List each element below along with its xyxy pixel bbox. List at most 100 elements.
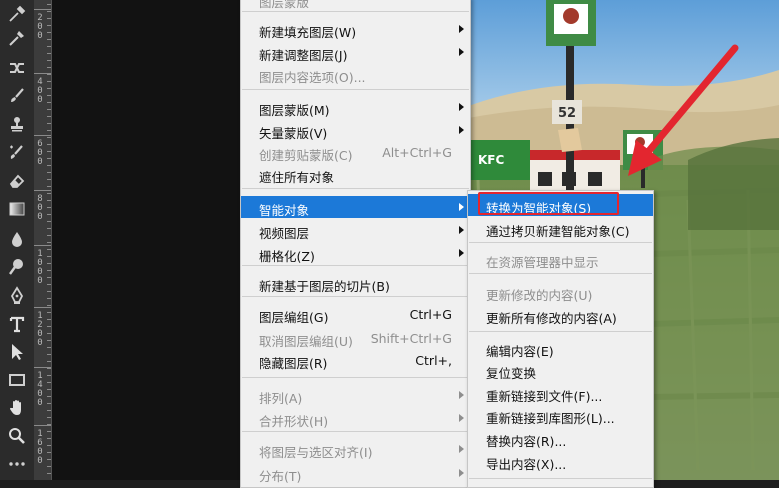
menu-item-shortcut: Ctrl+, xyxy=(415,353,452,368)
ruler-tick xyxy=(47,452,51,453)
menu-item-new-adjustment-layer[interactable]: 新建调整图层(J) xyxy=(241,41,470,63)
menu-item-replace-contents[interactable]: 替换内容(R)... xyxy=(468,427,653,449)
gradient-tool-icon[interactable] xyxy=(5,197,29,221)
ruler-tick xyxy=(47,473,51,474)
ruler-tick xyxy=(47,270,51,271)
menu-item-ungroup-layers: 取消图层编组(U) Shift+Ctrl+G xyxy=(241,327,470,349)
menu-item-relink-to-library-graphic[interactable]: 重新链接到库图形(L)... xyxy=(468,404,653,426)
eyedropper-tool-icon[interactable] xyxy=(5,26,29,50)
menu-item-smart-objects[interactable]: 智能对象 xyxy=(241,196,470,218)
ruler-tick xyxy=(47,333,51,334)
dodge-tool-icon[interactable] xyxy=(5,255,29,279)
submenu-arrow-icon xyxy=(459,391,464,399)
ruler-tick xyxy=(47,123,51,124)
ruler-major-tick xyxy=(34,367,51,368)
menu-item-label: 合并形状(H) xyxy=(259,414,329,429)
menu-item-vector-mask[interactable]: 矢量蒙版(V) xyxy=(241,119,470,141)
submenu-arrow-icon xyxy=(459,103,464,111)
eraser-tool-icon[interactable] xyxy=(5,169,29,193)
menu-item-relink-to-file[interactable]: 重新链接到文件(F)... xyxy=(468,382,653,404)
menu-item-shortcut: Shift+Ctrl+G xyxy=(370,331,452,346)
patch-tool-icon[interactable] xyxy=(5,56,29,80)
menu-item-label: 图层蒙版(M) xyxy=(259,103,330,118)
blur-tool-icon[interactable] xyxy=(5,227,29,251)
submenu-arrow-icon xyxy=(459,203,464,211)
vertical-ruler: 200 400 600 800 1000 1200 1400 1600 xyxy=(34,0,52,480)
menu-item-label: 复位变换 xyxy=(486,366,537,381)
menu-separator xyxy=(469,242,652,243)
menu-item-combine-shapes: 合并形状(H) xyxy=(241,407,470,429)
hand-tool-icon[interactable] xyxy=(5,396,29,420)
ruler-tick xyxy=(47,144,51,145)
submenu-arrow-icon xyxy=(459,25,464,33)
menu-item-label: 新建调整图层(J) xyxy=(259,48,348,63)
menu-item-label: 排列(A) xyxy=(259,391,303,406)
menu-item-new-fill-layer[interactable]: 新建填充图层(W) xyxy=(241,18,470,40)
ruler-label: 400 xyxy=(37,77,43,105)
ruler-tick xyxy=(47,305,51,306)
ruler-tick xyxy=(47,284,51,285)
path-selection-tool-icon[interactable] xyxy=(5,340,29,364)
more-tools-icon[interactable] xyxy=(5,452,29,476)
menu-item-mask-all-objects[interactable]: 遮住所有对象 xyxy=(241,163,470,185)
ruler-label: 1400 xyxy=(37,371,43,408)
brush-tool-icon[interactable] xyxy=(5,84,29,108)
menu-item-label: 替换内容(R)... xyxy=(486,434,567,449)
menu-item-rasterize[interactable]: 栅格化(Z) xyxy=(241,242,470,264)
menu-item-update-all-modified-content[interactable]: 更新所有修改的内容(A) xyxy=(468,304,653,326)
ruler-tick xyxy=(47,368,51,369)
menu-item-label: 矢量蒙版(V) xyxy=(259,126,328,141)
menu-separator xyxy=(242,265,469,266)
menu-item-group-layers[interactable]: 图层编组(G) Ctrl+G xyxy=(241,303,470,325)
ruler-tick xyxy=(47,249,51,250)
menu-item-export-contents[interactable]: 导出内容(X)... xyxy=(468,450,653,472)
menu-item-layer-mask[interactable]: 图层蒙版(M) xyxy=(241,96,470,118)
ruler-tick xyxy=(47,158,51,159)
ruler-tick xyxy=(47,263,51,264)
ruler-tick xyxy=(47,326,51,327)
ruler-label: 1600 xyxy=(37,429,43,466)
menu-item-layer-content-options: 图层内容选项(O)... xyxy=(241,63,470,85)
menu-item-new-smart-object-via-copy[interactable]: 通过拷贝新建智能对象(C) xyxy=(468,217,653,239)
layer-menu: 图层蒙版 新建填充图层(W) 新建调整图层(J) 图层内容选项(O)... 图层蒙版(M… xyxy=(240,0,471,488)
menu-item-edit-contents[interactable]: 编辑内容(E) xyxy=(468,337,653,359)
ruler-tick xyxy=(47,256,51,257)
ruler-tick xyxy=(47,242,51,243)
ruler-tick xyxy=(47,396,51,397)
menu-item-video-layers[interactable]: 视频图层 xyxy=(241,219,470,241)
ruler-tick xyxy=(47,207,51,208)
menu-item-label: 图层内容选项(O)... xyxy=(259,70,366,85)
menu-item-hide-layers[interactable]: 隐藏图层(R) Ctrl+, xyxy=(241,349,470,371)
history-brush-tool-icon[interactable] xyxy=(5,141,29,165)
sign-number-text: 52 xyxy=(558,106,576,121)
menu-item-align-layers-to-selection: 将图层与选区对齐(I) xyxy=(241,438,470,460)
menu-item-label: 视频图层 xyxy=(259,226,310,241)
menu-item-update-modified-content: 更新修改的内容(U) xyxy=(468,281,653,303)
menu-item-reset-transform[interactable]: 复位变换 xyxy=(468,359,653,381)
ruler-tick xyxy=(47,221,51,222)
stamp-tool-icon[interactable] xyxy=(5,112,29,136)
canvas-pasteboard xyxy=(52,0,240,480)
pen-tool-icon[interactable] xyxy=(5,284,29,308)
ruler-tick xyxy=(47,410,51,411)
type-tool-icon[interactable] xyxy=(5,312,29,336)
zoom-tool-icon[interactable] xyxy=(5,424,29,448)
submenu-arrow-icon xyxy=(459,249,464,257)
menu-item-label: 将图层与选区对齐(I) xyxy=(259,445,373,460)
menu-separator xyxy=(242,431,469,432)
ruler-tick xyxy=(47,389,51,390)
ruler-tick xyxy=(47,60,51,61)
ruler-tick xyxy=(47,361,51,362)
ruler-tick xyxy=(47,186,51,187)
menu-separator xyxy=(242,188,469,189)
menu-item-convert-to-smart-object[interactable]: 转换为智能对象(S) xyxy=(468,194,653,216)
ruler-tick xyxy=(47,403,51,404)
submenu-arrow-icon xyxy=(459,226,464,234)
eyedropper-tool-icon[interactable] xyxy=(5,2,29,26)
ruler-tick xyxy=(47,235,51,236)
ruler-tick xyxy=(47,340,51,341)
menu-item-shortcut: Alt+Ctrl+G xyxy=(382,145,452,160)
menu-item-new-layer-based-slice[interactable]: 新建基于图层的切片(B) xyxy=(241,272,470,294)
rectangle-tool-icon[interactable] xyxy=(5,368,29,392)
menu-item-label: 更新所有修改的内容(A) xyxy=(486,311,617,326)
